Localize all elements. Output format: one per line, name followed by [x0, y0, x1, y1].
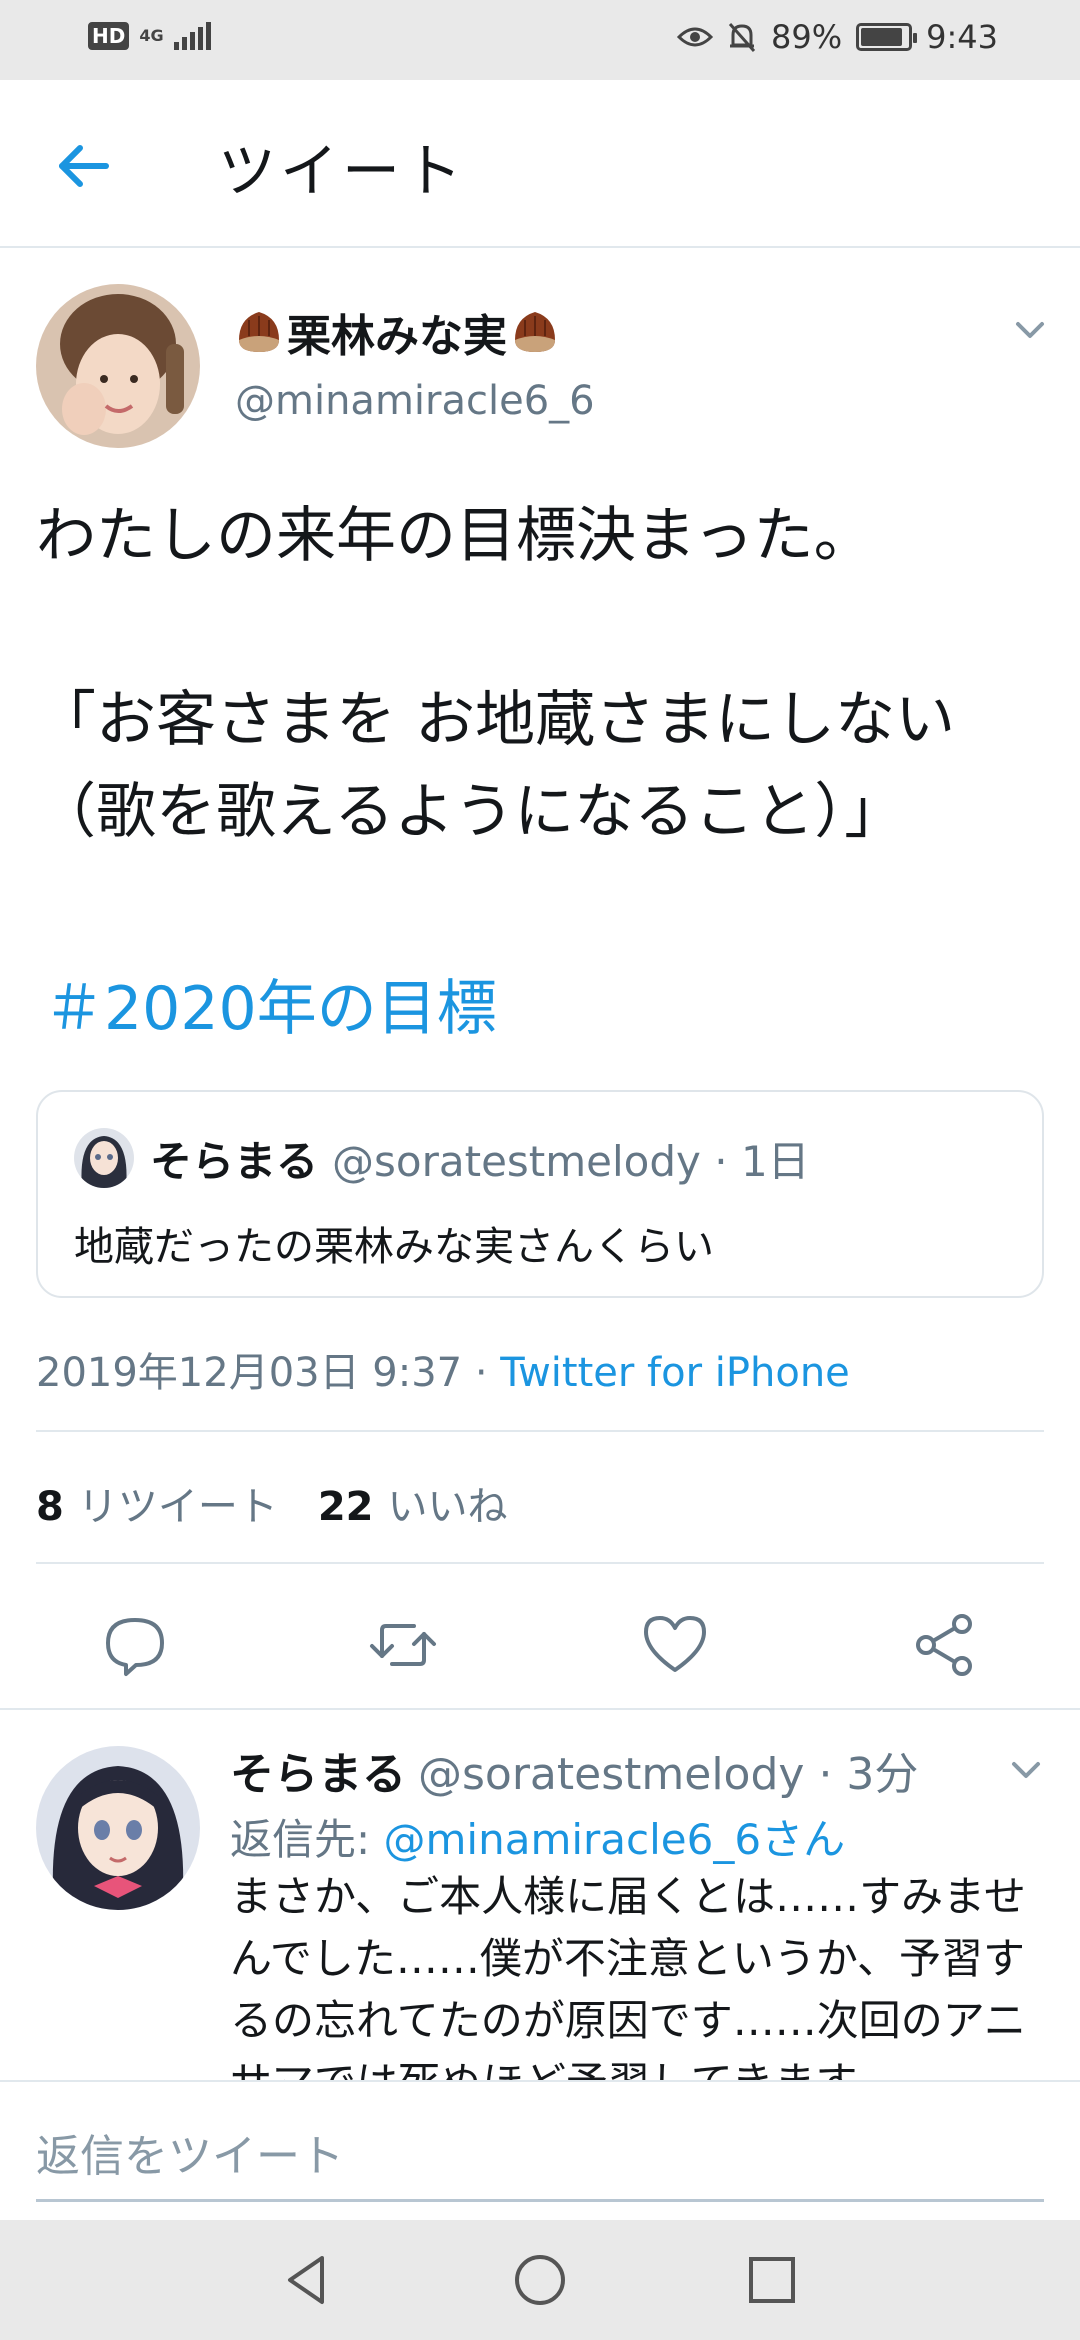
chevron-down-icon[interactable] — [1006, 1750, 1046, 1790]
like-stat[interactable]: 22 いいね — [318, 1484, 508, 1530]
quoted-time: · 1日 — [714, 1137, 810, 1186]
quoted-text: 地蔵だったの栗林みな実さんくらい — [74, 1224, 714, 1270]
divider — [36, 1430, 1044, 1432]
reply-to-label: 返信先: — [230, 1815, 384, 1864]
retweet-label: リツイート — [77, 1484, 278, 1530]
back-arrow-icon[interactable] — [48, 130, 120, 202]
author-name[interactable]: 栗林みな実 — [235, 300, 559, 364]
quoted-header: そらまる @soratestmelody · 1日 — [150, 1128, 810, 1189]
status-bar: HD 4G 89% 9:43 — [0, 0, 1080, 80]
tweet-timestamp: 2019年12月03日 9:37 · — [36, 1350, 501, 1396]
retweet-stat[interactable]: 8 リツイート — [36, 1484, 278, 1530]
eye-comfort-icon — [677, 27, 714, 47]
author-handle[interactable]: @minamiracle6_6 — [235, 378, 595, 424]
retweet-icon[interactable] — [368, 1610, 438, 1680]
quoted-avatar — [74, 1128, 134, 1188]
signal-icon — [173, 22, 211, 50]
reply-text: まさか、ご本人様に届くとは……すみませんでした……僕が不注意というか、予習するの… — [230, 1872, 1026, 2080]
page-title: ツイート — [218, 137, 467, 205]
mute-bell-icon — [728, 23, 756, 52]
tweet-source-link[interactable]: Twitter for iPhone — [500, 1350, 850, 1396]
retweet-count: 8 — [36, 1484, 64, 1530]
quoted-handle: @soratestmelody — [332, 1137, 701, 1186]
reply-header: そらまる @soratestmelody · 3分 — [230, 1738, 918, 1802]
reply-author-handle[interactable]: @soratestmelody — [418, 1749, 804, 1800]
tweet-stats: 8 リツイート 22 いいね — [36, 1474, 508, 1532]
reply-composer[interactable]: 返信をツイート — [0, 2080, 1080, 2220]
hd-icon: HD — [88, 22, 130, 50]
reply-to-handle[interactable]: @minamiracle6_6さん — [384, 1815, 846, 1864]
like-label: いいね — [387, 1484, 508, 1530]
tweet-actions — [0, 1600, 1080, 1710]
quoted-name: そらまる — [150, 1137, 319, 1186]
clock: 9:43 — [926, 18, 998, 56]
battery-percent: 89% — [771, 18, 843, 56]
reply-to-line: 返信先: @minamiracle6_6さん — [230, 1806, 845, 1867]
quoted-tweet[interactable]: そらまる @soratestmelody · 1日 地蔵だったの栗林みな実さんくら… — [36, 1090, 1044, 1298]
heart-icon[interactable] — [640, 1610, 710, 1680]
chevron-down-icon[interactable] — [1010, 310, 1050, 350]
divider — [36, 1562, 1044, 1564]
reply-author-name[interactable]: そらまる — [230, 1749, 406, 1800]
system-nav-bar — [0, 2220, 1080, 2340]
reply-time: · 3分 — [818, 1749, 919, 1800]
nav-back-icon[interactable] — [278, 2250, 338, 2310]
tweet-text: わたしの来年の目標決まった。 「お客さまを お地蔵さまにしない （歌を歌えるよう… — [36, 501, 956, 847]
reply-input-placeholder[interactable]: 返信をツイート — [36, 2120, 344, 2184]
share-icon[interactable] — [910, 1610, 980, 1680]
nav-home-icon[interactable] — [510, 2250, 570, 2310]
tweet-meta: 2019年12月03日 9:37 · Twitter for iPhone — [36, 1340, 850, 1398]
input-underline — [36, 2199, 1044, 2202]
hashtag-link[interactable]: ＃2020年の目標 — [44, 960, 497, 1047]
author-name-text: 栗林みな実 — [287, 311, 507, 362]
chestnut-icon — [515, 312, 555, 352]
network-type: 4G — [139, 26, 164, 45]
reply-icon[interactable] — [100, 1610, 170, 1680]
chestnut-icon — [239, 312, 279, 352]
like-count: 22 — [317, 1484, 374, 1530]
nav-recents-icon[interactable] — [742, 2250, 802, 2310]
reply-tweet[interactable]: そらまる @soratestmelody · 3分 返信先: @minamirac… — [0, 1710, 1080, 2080]
author-avatar[interactable] — [36, 284, 200, 448]
reply-avatar[interactable] — [36, 1746, 200, 1910]
app-bar: ツイート — [0, 80, 1080, 248]
battery-icon — [856, 23, 918, 51]
